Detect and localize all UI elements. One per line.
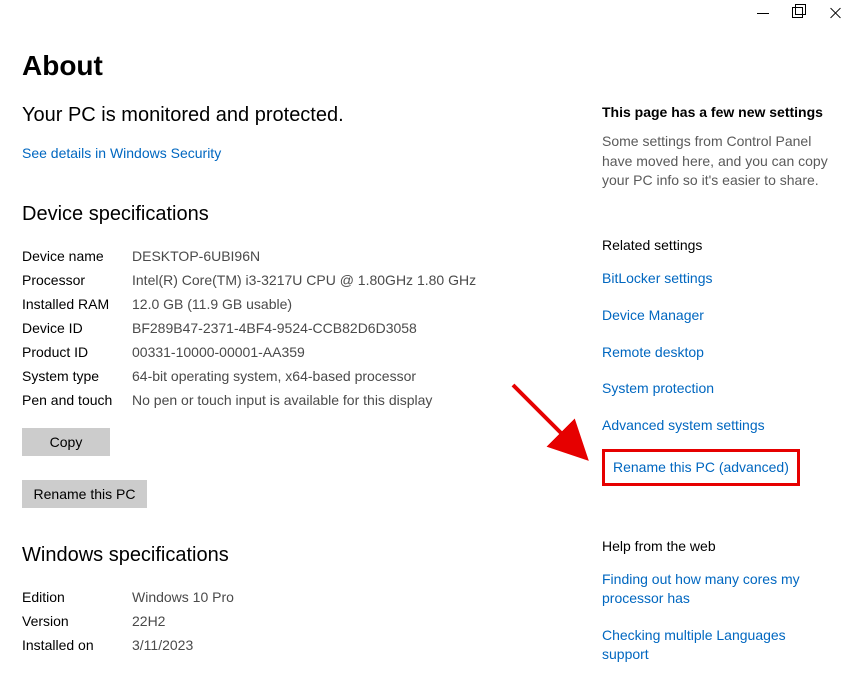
device-spec-table: Device nameDESKTOP-6UBI96N ProcessorInte…: [22, 244, 476, 412]
related-settings-heading: Related settings: [602, 237, 834, 253]
spec-label: Version: [22, 609, 132, 633]
table-row: Pen and touchNo pen or touch input is av…: [22, 388, 476, 412]
spec-value: Windows 10 Pro: [132, 585, 234, 609]
link-bitlocker[interactable]: BitLocker settings: [602, 269, 834, 288]
link-remote-desktop[interactable]: Remote desktop: [602, 343, 834, 362]
spec-value: 12.0 GB (11.9 GB usable): [132, 292, 476, 316]
spec-value: 64-bit operating system, x64-based proce…: [132, 364, 476, 388]
copy-button[interactable]: Copy: [22, 428, 110, 456]
rename-pc-button[interactable]: Rename this PC: [22, 480, 147, 508]
device-spec-title: Device specifications: [22, 203, 562, 226]
table-row: ProcessorIntel(R) Core(TM) i3-3217U CPU …: [22, 268, 476, 292]
spec-label: Installed on: [22, 633, 132, 657]
spec-label: Installed RAM: [22, 292, 132, 316]
link-system-protection[interactable]: System protection: [602, 379, 834, 398]
new-settings-description: Some settings from Control Panel have mo…: [602, 132, 834, 191]
maximize-icon[interactable]: [792, 6, 806, 20]
link-help-languages[interactable]: Checking multiple Languages support: [602, 626, 834, 664]
help-heading: Help from the web: [602, 538, 834, 554]
table-row: Installed RAM12.0 GB (11.9 GB usable): [22, 292, 476, 316]
spec-value: DESKTOP-6UBI96N: [132, 244, 476, 268]
spec-value: 00331-10000-00001-AA359: [132, 340, 476, 364]
link-device-manager[interactable]: Device Manager: [602, 306, 834, 325]
new-settings-heading: This page has a few new settings: [602, 104, 834, 120]
spec-label: Device ID: [22, 316, 132, 340]
window-controls: [742, 0, 856, 26]
windows-spec-table: EditionWindows 10 Pro Version22H2 Instal…: [22, 585, 234, 657]
spec-label: System type: [22, 364, 132, 388]
table-row: Installed on3/11/2023: [22, 633, 234, 657]
highlighted-annotation: Rename this PC (advanced): [602, 449, 800, 486]
spec-label: Pen and touch: [22, 388, 132, 412]
spec-label: Device name: [22, 244, 132, 268]
table-row: EditionWindows 10 Pro: [22, 585, 234, 609]
windows-spec-title: Windows specifications: [22, 544, 562, 567]
spec-label: Product ID: [22, 340, 132, 364]
link-rename-pc-advanced[interactable]: Rename this PC (advanced): [613, 458, 789, 477]
spec-value: Intel(R) Core(TM) i3-3217U CPU @ 1.80GHz…: [132, 268, 476, 292]
page-title: About: [22, 50, 562, 82]
table-row: Product ID00331-10000-00001-AA359: [22, 340, 476, 364]
spec-label: Edition: [22, 585, 132, 609]
spec-label: Processor: [22, 268, 132, 292]
spec-value: 22H2: [132, 609, 234, 633]
table-row: Device nameDESKTOP-6UBI96N: [22, 244, 476, 268]
minimize-icon[interactable]: [756, 6, 770, 20]
spec-value: No pen or touch input is available for t…: [132, 388, 476, 412]
security-link[interactable]: See details in Windows Security: [22, 145, 221, 161]
protection-status: Your PC is monitored and protected.: [22, 104, 562, 127]
link-help-cores[interactable]: Finding out how many cores my processor …: [602, 570, 834, 608]
link-advanced-system-settings[interactable]: Advanced system settings: [602, 416, 834, 435]
table-row: System type64-bit operating system, x64-…: [22, 364, 476, 388]
close-icon[interactable]: [828, 6, 842, 20]
table-row: Version22H2: [22, 609, 234, 633]
table-row: Device IDBF289B47-2371-4BF4-9524-CCB82D6…: [22, 316, 476, 340]
spec-value: BF289B47-2371-4BF4-9524-CCB82D6D3058: [132, 316, 476, 340]
spec-value: 3/11/2023: [132, 633, 234, 657]
